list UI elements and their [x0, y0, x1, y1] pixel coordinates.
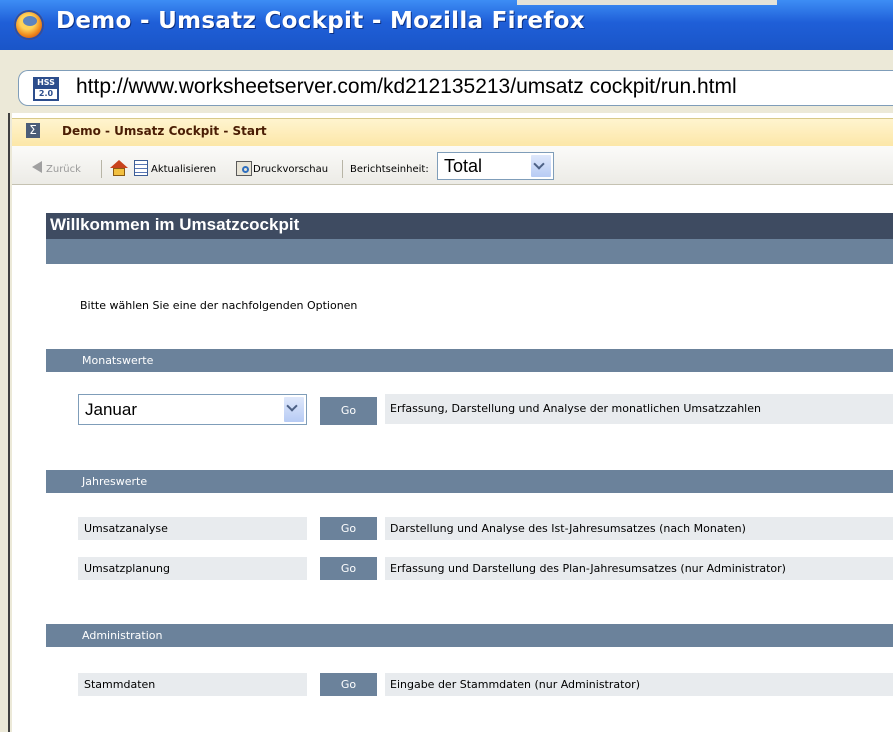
chevron-down-icon[interactable]: [283, 396, 305, 423]
site-favicon-icon: HSS 2.0: [33, 77, 59, 101]
favicon-top-text: HSS: [37, 78, 55, 87]
back-arrow-icon[interactable]: [32, 161, 42, 173]
toolbar-separator: [101, 160, 102, 178]
report-unit-select[interactable]: Total: [437, 152, 554, 180]
refresh-grid-icon[interactable]: [134, 160, 148, 176]
month-select-value: Januar: [85, 400, 137, 419]
toolbar-separator: [342, 160, 343, 178]
monthly-description: Erfassung, Darstellung und Analyse der m…: [390, 402, 761, 415]
umsatzplanung-go-button[interactable]: Go: [320, 557, 377, 580]
report-unit-value: Total: [444, 156, 483, 176]
page-title: Willkommen im Umsatzcockpit: [50, 215, 300, 234]
month-select[interactable]: Januar: [78, 394, 307, 425]
monthly-go-button[interactable]: Go: [320, 397, 377, 425]
print-preview-button[interactable]: Druckvorschau: [253, 164, 328, 175]
page-subtitle-band: [46, 239, 893, 264]
url-text[interactable]: http://www.worksheetserver.com/kd2121352…: [76, 75, 737, 99]
umsatzplanung-label: Umsatzplanung: [84, 562, 171, 575]
refresh-button[interactable]: Aktualisieren: [151, 164, 216, 175]
umsatzanalyse-label: Umsatzanalyse: [84, 522, 168, 535]
chevron-down-icon[interactable]: [530, 154, 552, 178]
umsatzanalyse-go-button[interactable]: Go: [320, 517, 377, 540]
firefox-logo-icon: [14, 10, 44, 40]
stammdaten-description: Eingabe der Stammdaten (nur Administrato…: [390, 678, 640, 691]
home-icon[interactable]: [110, 160, 128, 176]
browser-frame-edge: [0, 113, 12, 732]
instruction-text: Bitte wählen Sie eine der nachfolgenden …: [80, 299, 358, 312]
window-title: Demo - Umsatz Cockpit - Mozilla Firefox: [56, 8, 585, 34]
sigma-icon: Σ: [26, 123, 40, 138]
umsatzanalyse-description: Darstellung und Analyse des Ist-Jahresum…: [390, 522, 746, 535]
home-roof: [110, 160, 128, 168]
home-base: [113, 168, 125, 176]
print-preview-icon[interactable]: [236, 161, 252, 176]
back-button[interactable]: Zurück: [46, 164, 81, 175]
stammdaten-go-button[interactable]: Go: [320, 673, 377, 696]
stammdaten-label: Stammdaten: [84, 678, 156, 691]
app-title: Demo - Umsatz Cockpit - Start: [62, 124, 267, 138]
favicon-bottom-text: 2.0: [35, 89, 57, 99]
umsatzplanung-description: Erfassung und Darstellung des Plan-Jahre…: [390, 562, 786, 575]
section-monthly-header: [46, 349, 893, 372]
section-yearly-header: [46, 470, 893, 493]
titlebar-top-strip: [517, 0, 777, 5]
section-monthly-label: Monatswerte: [82, 354, 154, 367]
section-yearly-label: Jahreswerte: [82, 475, 148, 488]
report-unit-label: Berichtseinheit:: [350, 164, 429, 175]
section-admin-label: Administration: [82, 629, 163, 642]
section-admin-header: [46, 624, 893, 647]
